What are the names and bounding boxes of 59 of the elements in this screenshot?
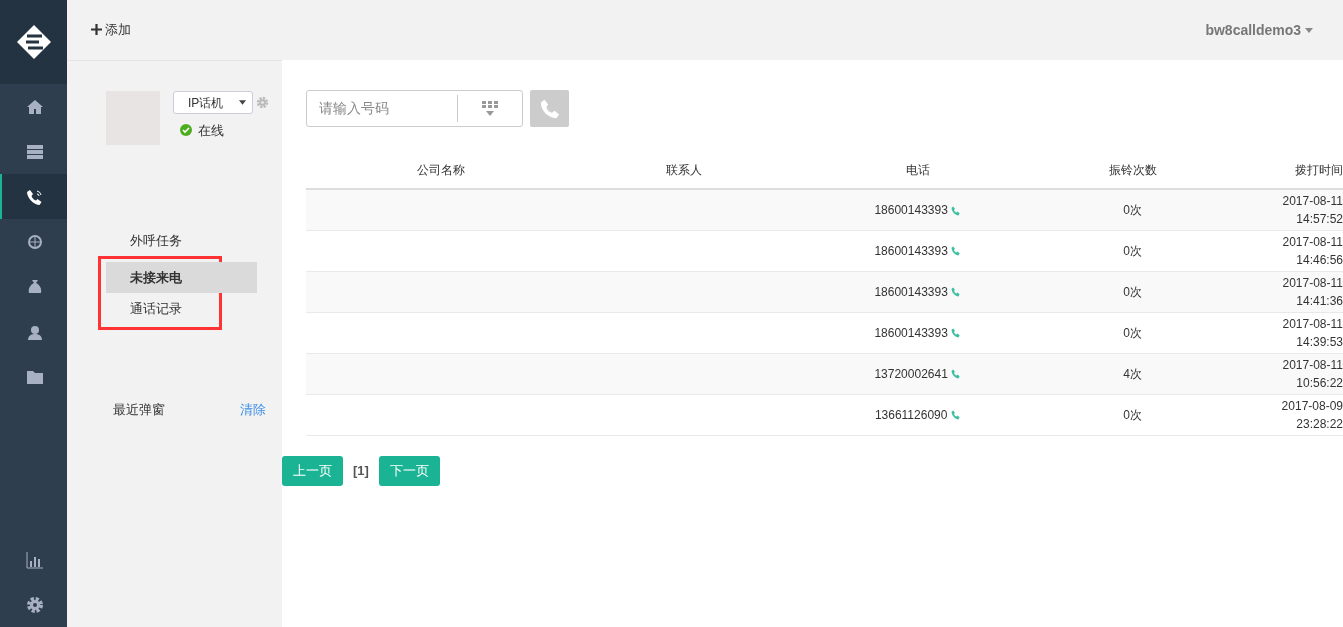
device-select[interactable]: IP话机 [173, 91, 253, 114]
phone-icon[interactable] [951, 246, 962, 257]
bar-chart-icon [25, 550, 44, 569]
ring-count: 0次 [1123, 325, 1142, 340]
dialer-box[interactable]: 请输入号码 [306, 90, 523, 127]
caret-icon [239, 100, 246, 105]
globe-icon [25, 232, 44, 251]
call-button[interactable] [530, 90, 569, 127]
ring-count: 0次 [1123, 243, 1142, 258]
phone-icon[interactable] [950, 410, 961, 421]
server-icon [25, 142, 44, 161]
column-header: 拨打时间 [1295, 162, 1343, 177]
ring-count: 4次 [1123, 366, 1142, 381]
call-time: 23:28:22 [1296, 416, 1343, 431]
page-number: [1] [352, 461, 370, 480]
call-date: 2017-08-11 [1282, 193, 1343, 208]
status-label: 在线 [198, 121, 224, 140]
phone-number: 13661126090 [874, 407, 948, 422]
settings-icon [25, 595, 44, 614]
column-header: 联系人 [666, 162, 703, 177]
ring-count: 0次 [1123, 407, 1142, 422]
call-time: 10:56:22 [1296, 375, 1343, 390]
column-header: 振铃次数 [1108, 162, 1157, 177]
caret-icon [1305, 28, 1313, 34]
keypad-icon[interactable] [481, 100, 499, 117]
phone-icon [25, 187, 44, 206]
call-date: 2017-08-11 [1282, 316, 1343, 331]
phone-icon[interactable] [951, 205, 962, 216]
call-date: 2017-08-11 [1282, 275, 1343, 290]
user-menu[interactable]: bw8calldemo3 [1205, 19, 1313, 41]
column-header: 公司名称 [416, 162, 465, 177]
phone-icon[interactable] [951, 287, 962, 298]
ring-count: 0次 [1123, 284, 1142, 299]
sidebar-nav-item[interactable] [0, 174, 67, 219]
call-time: 14:41:36 [1296, 293, 1343, 308]
recent-popups-label: 最近弹窗 [113, 401, 165, 419]
call-date: 2017-08-09 [1281, 398, 1343, 413]
column-header: 电话 [905, 162, 930, 177]
settings-icon[interactable] [256, 96, 270, 109]
phone-number: 18600143393 [874, 325, 948, 340]
home-icon [25, 97, 44, 116]
call-date: 2017-08-11 [1282, 234, 1343, 249]
menu-item[interactable]: 通话记录 [106, 293, 257, 324]
phone-icon [538, 97, 561, 120]
add-link[interactable]: 添加 [91, 20, 131, 40]
phone-number: 18600143393 [874, 243, 948, 258]
phone-number: 13720002641 [874, 366, 948, 381]
ring-count: 0次 [1123, 202, 1142, 217]
phone-icon[interactable] [951, 369, 962, 380]
phone-icon[interactable] [951, 328, 962, 339]
phone-number: 18600143393 [874, 284, 948, 299]
menu-item[interactable]: 外呼任务 [106, 225, 257, 256]
call-date: 2017-08-11 [1282, 357, 1343, 372]
menu-item[interactable]: 未接来电 [106, 262, 257, 293]
call-time: 14:39:53 [1296, 334, 1343, 349]
call-time: 14:57:52 [1296, 211, 1343, 226]
plus-icon [91, 24, 102, 36]
call-time: 14:46:56 [1296, 252, 1343, 267]
phone-number: 18600143393 [874, 202, 948, 217]
